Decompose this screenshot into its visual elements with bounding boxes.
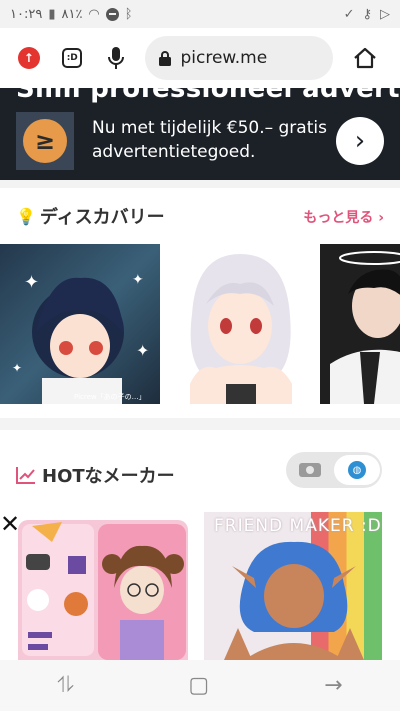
url-text: picrew.me [180, 48, 268, 68]
art-credit: Picrew「あの子の…」 [74, 393, 146, 401]
svg-text:✦: ✦ [136, 341, 149, 360]
section-divider [0, 180, 400, 188]
emoji-icon: :D [62, 48, 83, 68]
back-icon[interactable]: → [324, 673, 342, 698]
more-label: もっと見る [303, 210, 374, 226]
home-nav-icon[interactable]: ▢ [188, 673, 209, 698]
svg-text:✦: ✦ [132, 272, 144, 288]
hot-heading: HOTなメーカー [16, 462, 175, 488]
play-icon: ▷ [380, 6, 390, 22]
maker-preview-panel [98, 524, 186, 660]
toggle-local-option[interactable] [286, 463, 334, 477]
toggle-global-option[interactable]: ◍ [334, 455, 380, 485]
ad-logo-icon: ≥ [23, 119, 67, 163]
do-not-disturb-icon [105, 7, 119, 21]
status-bar: ١٠:٢٩ ▮ ٨١٪ ◠ ᛒ ✓ ⚷ ▷ [0, 0, 400, 28]
battery-level: ٨١٪ [61, 6, 83, 22]
discovery-card[interactable]: ✦ ✦ ✦ ✦ Picrew「あの子の…」 [0, 244, 160, 404]
hot-maker-card[interactable] [18, 520, 188, 660]
microphone-icon [107, 47, 124, 69]
globe-icon: ◍ [348, 461, 366, 479]
svg-text:✦: ✦ [12, 361, 22, 375]
recent-apps-icon[interactable]: ⥮ [57, 673, 73, 698]
ad-headline: Slim professioneel adverteren [16, 88, 400, 104]
bluetooth-icon: ᛒ [124, 6, 133, 22]
hot-title: HOTなメーカー [42, 466, 175, 487]
character-art: ✦ ✦ ✦ ✦ [12, 272, 149, 404]
chevron-right-icon: › [378, 210, 384, 226]
key-icon: ⚷ [362, 6, 372, 22]
character-art [330, 251, 400, 404]
home-button[interactable] [347, 38, 385, 78]
lock-icon [158, 50, 171, 66]
check-circle-icon: ✓ [343, 6, 355, 22]
picrew-extension-button[interactable]: ↑ [10, 38, 48, 78]
ad-logo: ≥ [16, 112, 74, 170]
ad-banner[interactable]: Slim professioneel adverteren ≥ Nu met t… [0, 88, 400, 180]
local-icon [299, 463, 321, 477]
discovery-more-link[interactable]: もっと見る › [303, 207, 384, 227]
wifi-icon: ◠ [88, 6, 100, 22]
maker-title-art: FRIEND MAKER :D [214, 516, 382, 536]
character-art [102, 545, 184, 660]
navigation-bar: ⥮ ▢ → [0, 660, 400, 711]
discovery-card[interactable] [170, 244, 310, 404]
discovery-title: ディスカバリー [39, 207, 165, 228]
picrew-icon: ↑ [17, 47, 40, 69]
maker-art [22, 522, 94, 656]
character-art [190, 254, 292, 404]
status-left: ١٠:٢٩ ▮ ٨١٪ ◠ ᛒ [10, 7, 133, 22]
region-toggle[interactable]: ◍ [286, 452, 382, 488]
hot-maker-card[interactable]: FRIEND MAKER :D [204, 512, 382, 660]
trending-chart-icon [16, 467, 35, 484]
browser-toolbar: ↑ :D picrew.me [0, 28, 400, 88]
discovery-card[interactable] [320, 244, 400, 404]
status-right: ✓ ⚷ ▷ [344, 8, 390, 21]
emoji-extension-button[interactable]: :D [54, 38, 92, 78]
home-icon [354, 47, 376, 69]
voice-search-button[interactable] [97, 38, 135, 78]
battery-icon: ▮ [48, 6, 56, 22]
address-bar[interactable]: picrew.me [144, 36, 333, 80]
section-divider [0, 418, 400, 430]
clock: ١٠:٢٩ [10, 6, 43, 22]
ad-arrow-button[interactable]: › [336, 117, 384, 165]
ad-text: Nu met tijdelijk €50.– gratis advertenti… [92, 118, 327, 162]
lightbulb-icon: 💡 [16, 206, 36, 226]
discovery-heading: 💡 ディスカバリー [16, 203, 165, 229]
svg-text:✦: ✦ [24, 272, 39, 293]
